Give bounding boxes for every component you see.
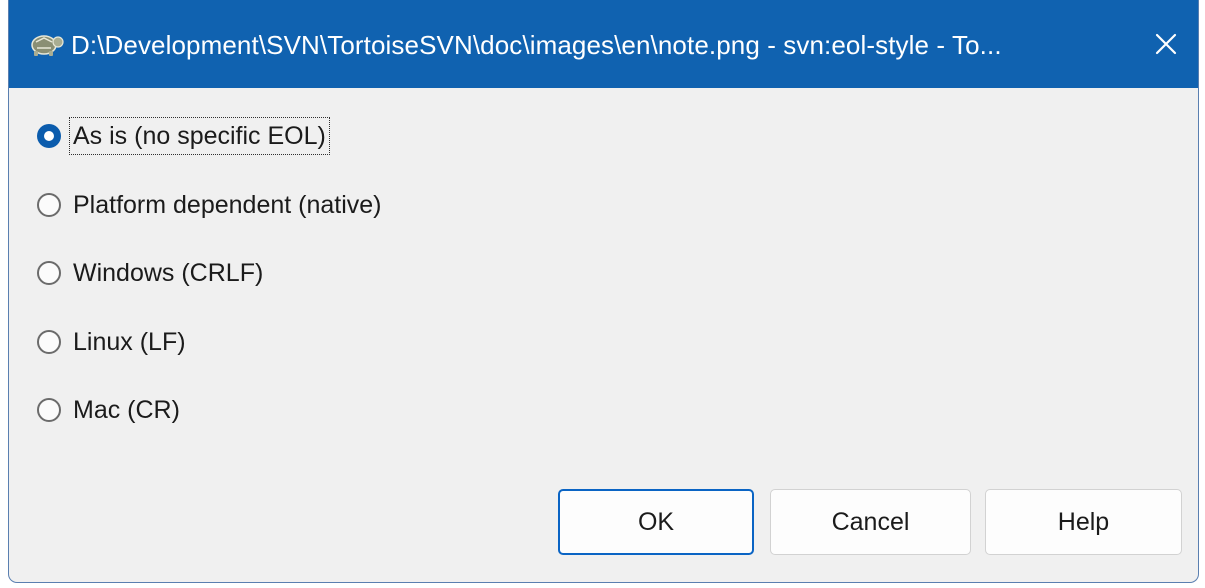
- title-bar[interactable]: D:\Development\SVN\TortoiseSVN\doc\image…: [9, 0, 1198, 88]
- radio-mac[interactable]: [37, 398, 61, 422]
- radio-linux[interactable]: [37, 330, 61, 354]
- radio-windows[interactable]: [37, 261, 61, 285]
- radio-as-is[interactable]: [37, 124, 61, 148]
- close-button[interactable]: [1144, 22, 1188, 66]
- cancel-button[interactable]: Cancel: [770, 489, 971, 555]
- radio-platform-dependent[interactable]: [37, 193, 61, 217]
- help-button[interactable]: Help: [985, 489, 1182, 555]
- option-label: Windows (CRLF): [73, 259, 264, 287]
- eol-style-dialog: D:\Development\SVN\TortoiseSVN\doc\image…: [8, 0, 1199, 583]
- option-label: As is (no specific EOL): [69, 117, 330, 155]
- option-mac[interactable]: Mac (CR): [37, 390, 184, 430]
- option-windows[interactable]: Windows (CRLF): [37, 253, 267, 293]
- option-linux[interactable]: Linux (LF): [37, 322, 190, 362]
- tortoise-icon: [31, 35, 64, 56]
- option-label: Platform dependent (native): [73, 191, 382, 219]
- option-label: Linux (LF): [73, 328, 186, 356]
- ok-button[interactable]: OK: [558, 489, 754, 555]
- option-as-is[interactable]: As is (no specific EOL): [37, 116, 330, 156]
- option-platform-dependent[interactable]: Platform dependent (native): [37, 185, 386, 225]
- window-title: D:\Development\SVN\TortoiseSVN\doc\image…: [71, 30, 1002, 60]
- close-icon: [1155, 33, 1177, 55]
- option-label: Mac (CR): [73, 396, 180, 424]
